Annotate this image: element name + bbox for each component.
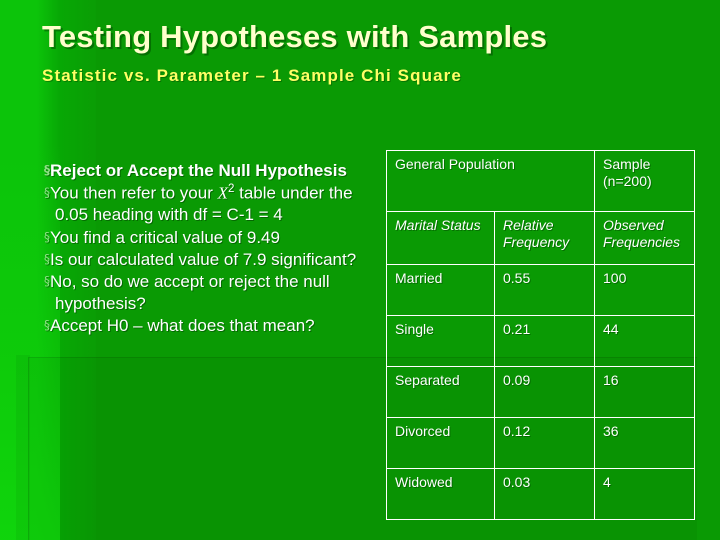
cell-status: Widowed [386,468,495,520]
bullet-item: §No, so do we accept or reject the null … [44,271,364,314]
slide-subtitle: Statistic vs. Parameter – 1 Sample Chi S… [42,66,462,86]
cell-observed-frequency: 36 [594,417,695,469]
cell-relative-frequency: 0.55 [494,264,595,316]
cell-status: Married [386,264,495,316]
title-block: Testing Hypotheses with Samples Statisti… [42,20,642,86]
bullet-text: You find a critical value of 9.49 [50,227,280,247]
column-header-observed-frequencies: Observed Frequencies [594,211,695,265]
frequency-table: General Population Sample (n=200) Marita… [386,150,695,520]
table-row: Divorced 0.12 36 [386,417,695,469]
slide-canvas: Testing Hypotheses with Samples Statisti… [0,0,720,540]
chi-symbol: X [217,183,228,203]
table-row: Single 0.21 44 [386,315,695,367]
cell-observed-frequency: 100 [594,264,695,316]
table-row: Widowed 0.03 4 [386,468,695,520]
cell-observed-frequency: 4 [594,468,695,520]
body-text-placeholder: §Reject or Accept the Null Hypothesis §Y… [44,160,364,337]
cell-relative-frequency: 0.03 [494,468,595,520]
bullet-text: No, so do we accept or reject the null h… [50,272,330,313]
column-header-relative-frequency: Relative Frequency [494,211,595,265]
cell-status: Separated [386,366,495,418]
table-row: Married 0.55 100 [386,264,695,316]
cell-relative-frequency: 0.09 [494,366,595,418]
bullet-text: Accept H0 – what does that mean? [50,315,315,335]
cell-relative-frequency: 0.21 [494,315,595,367]
cell-observed-frequency: 44 [594,315,695,367]
bullet-item: §You then refer to your X2 table under t… [44,182,364,225]
table-group-header-row: General Population Sample (n=200) [386,150,695,212]
cell-observed-frequency: 16 [594,366,695,418]
bullet-item: §Reject or Accept the Null Hypothesis [44,160,364,181]
cell-status: Single [386,315,495,367]
cell-relative-frequency: 0.12 [494,417,595,469]
bullet-text-before: You then refer to your [50,183,218,203]
slide-title: Testing Hypotheses with Samples [42,19,548,54]
bullet-text: Reject or Accept the Null Hypothesis [50,161,347,180]
bullet-text: Is our calculated value of 7.9 significa… [50,249,357,269]
bullet-item: §You find a critical value of 9.49 [44,227,364,248]
group-header-general-population: General Population [386,150,595,212]
cell-status: Divorced [386,417,495,469]
column-header-marital-status: Marital Status [386,211,495,265]
background-seam-rect-left [16,355,30,540]
table-column-header-row: Marital Status Relative Frequency Observ… [386,211,695,265]
group-header-sample: Sample (n=200) [594,150,695,212]
bullet-item: §Accept H0 – what does that mean? [44,315,364,336]
bullet-item: §Is our calculated value of 7.9 signific… [44,249,364,270]
table-row: Separated 0.09 16 [386,366,695,418]
